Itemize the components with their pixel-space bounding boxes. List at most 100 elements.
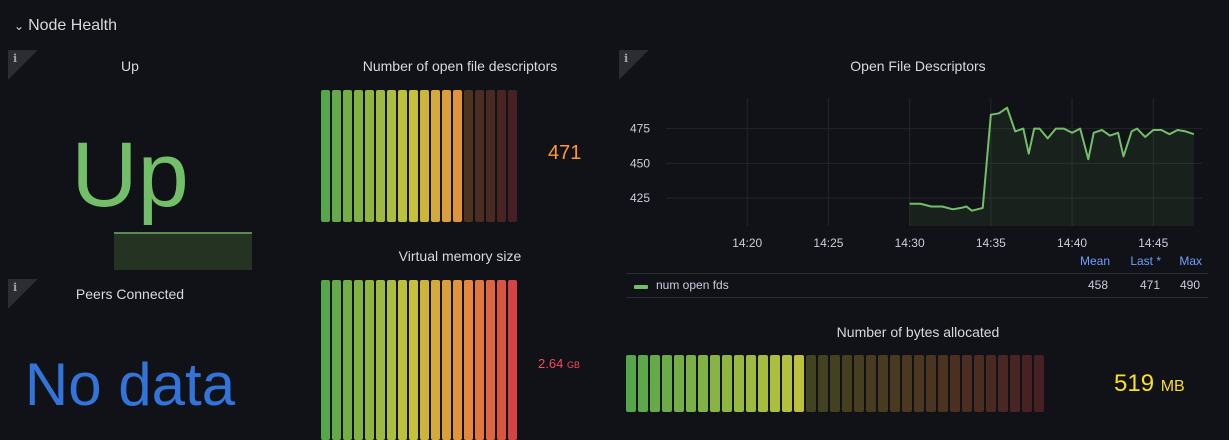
fds-gauge-segment <box>409 90 418 222</box>
fds-gauge-segment <box>343 90 352 222</box>
info-icon[interactable]: i <box>8 279 38 309</box>
vmem-gauge-segment <box>321 280 330 440</box>
vmem-gauge-segment <box>398 280 407 440</box>
bytes-gauge-segment <box>1010 355 1020 412</box>
panel-title-up: Up <box>121 58 139 74</box>
vmem-gauge-segment <box>387 280 396 440</box>
fds-gauge-segment <box>486 90 495 222</box>
bytes-gauge-segment <box>1022 355 1032 412</box>
legend-header-max[interactable]: Max <box>1179 254 1202 268</box>
legend-header-mean[interactable]: Mean <box>1080 254 1110 268</box>
vmem-gauge-segment <box>453 280 462 440</box>
legend-series-name[interactable]: num open fds <box>656 278 729 292</box>
bytes-gauge-segment <box>794 355 804 412</box>
fds-gauge-segment <box>464 90 473 222</box>
legend-series-max: 490 <box>1179 278 1200 292</box>
fds-gauge-segment <box>365 90 374 222</box>
bytes-gauge-segment <box>962 355 972 412</box>
fds-gauge-segment <box>398 90 407 222</box>
bytes-gauge-segment <box>734 355 744 412</box>
bytes-gauge-segment <box>686 355 696 412</box>
vmem-gauge-segment <box>442 280 451 440</box>
bytes-gauge-segment <box>650 355 660 412</box>
bytes-value: 519 MB <box>1114 370 1185 397</box>
chevron-down-icon: ⌄ <box>14 19 25 33</box>
bytes-gauge-segment <box>722 355 732 412</box>
info-icon[interactable]: i <box>619 50 649 80</box>
y-tick-label: 475 <box>630 122 650 136</box>
bytes-gauge-segment <box>782 355 792 412</box>
up-sparkline-area <box>114 232 252 270</box>
vmem-gauge-segment <box>431 280 440 440</box>
x-tick-label: 14:35 <box>976 236 1006 250</box>
vmem-gauge-segment <box>365 280 374 440</box>
bytes-gauge-segment <box>1034 355 1044 412</box>
x-tick-label: 14:45 <box>1138 236 1168 250</box>
info-icon[interactable]: i <box>8 50 38 80</box>
vmem-bar-gauge <box>321 280 517 440</box>
up-value: Up <box>71 124 189 226</box>
bytes-gauge-segment <box>914 355 924 412</box>
fds-bar-gauge <box>321 90 517 222</box>
y-tick-label: 450 <box>630 156 650 170</box>
bytes-gauge-segment <box>710 355 720 412</box>
vmem-gauge-segment <box>332 280 341 440</box>
bytes-gauge-segment <box>974 355 984 412</box>
vmem-gauge-segment <box>475 280 484 440</box>
bytes-gauge-segment <box>746 355 756 412</box>
panel-title-fds-chart: Open File Descriptors <box>850 58 986 74</box>
y-tick-label: 425 <box>630 191 650 205</box>
row-header-node-health[interactable]: ⌄ Node Health <box>14 14 117 38</box>
legend-series-swatch <box>634 285 648 289</box>
fds-gauge-segment <box>354 90 363 222</box>
bytes-gauge-segment <box>878 355 888 412</box>
vmem-gauge-segment <box>464 280 473 440</box>
panel-title-bytes: Number of bytes allocated <box>836 324 1000 340</box>
fds-gauge-segment <box>387 90 396 222</box>
bytes-gauge-segment <box>986 355 996 412</box>
fds-gauge-segment <box>420 90 429 222</box>
bytes-gauge-segment <box>902 355 912 412</box>
bytes-gauge-segment <box>890 355 900 412</box>
bytes-gauge-segment <box>806 355 816 412</box>
fds-gauge-segment <box>453 90 462 222</box>
panel-title-peers: Peers Connected <box>75 286 185 302</box>
bytes-gauge-segment <box>842 355 852 412</box>
legend-divider-bottom <box>626 297 1208 298</box>
bytes-gauge-segment <box>758 355 768 412</box>
vmem-gauge-segment <box>409 280 418 440</box>
bytes-gauge-segment <box>950 355 960 412</box>
vmem-gauge-segment <box>354 280 363 440</box>
vmem-value: 2.64 GB <box>538 356 580 371</box>
x-tick-label: 14:25 <box>813 236 843 250</box>
legend-series-last: 471 <box>1139 278 1160 292</box>
bytes-gauge-segment <box>854 355 864 412</box>
bytes-gauge-segment <box>674 355 684 412</box>
peers-value: No data <box>24 351 236 418</box>
fds-gauge-segment <box>497 90 506 222</box>
fds-gauge-segment <box>475 90 484 222</box>
x-tick-label: 14:20 <box>732 236 762 250</box>
bytes-gauge-segment <box>998 355 1008 412</box>
bytes-bar-gauge <box>626 355 1044 412</box>
legend-header-last[interactable]: Last * <box>1130 254 1161 268</box>
fds-gauge-value: 471 <box>548 142 582 164</box>
fds-gauge-segment <box>431 90 440 222</box>
bytes-gauge-segment <box>938 355 948 412</box>
x-tick-label: 14:30 <box>895 236 925 250</box>
bytes-gauge-segment <box>926 355 936 412</box>
bytes-gauge-segment <box>662 355 672 412</box>
bytes-gauge-segment <box>866 355 876 412</box>
fds-gauge-segment <box>321 90 330 222</box>
bytes-gauge-segment <box>698 355 708 412</box>
vmem-gauge-segment <box>343 280 352 440</box>
fds-line-chart[interactable]: 425 450 475 14:20 14:25 14:30 14:35 14:40 14:45 <box>620 90 1210 256</box>
fds-gauge-segment <box>332 90 341 222</box>
chart-legend: Mean Last * Max num open fds 458 471 490 <box>626 254 1208 298</box>
fds-gauge-segment <box>376 90 385 222</box>
panel-title-fds-gauge: Number of open file descriptors <box>362 58 558 74</box>
legend-series-mean: 458 <box>1087 278 1108 292</box>
vmem-gauge-segment <box>376 280 385 440</box>
vmem-gauge-segment <box>486 280 495 440</box>
bytes-gauge-segment <box>818 355 828 412</box>
